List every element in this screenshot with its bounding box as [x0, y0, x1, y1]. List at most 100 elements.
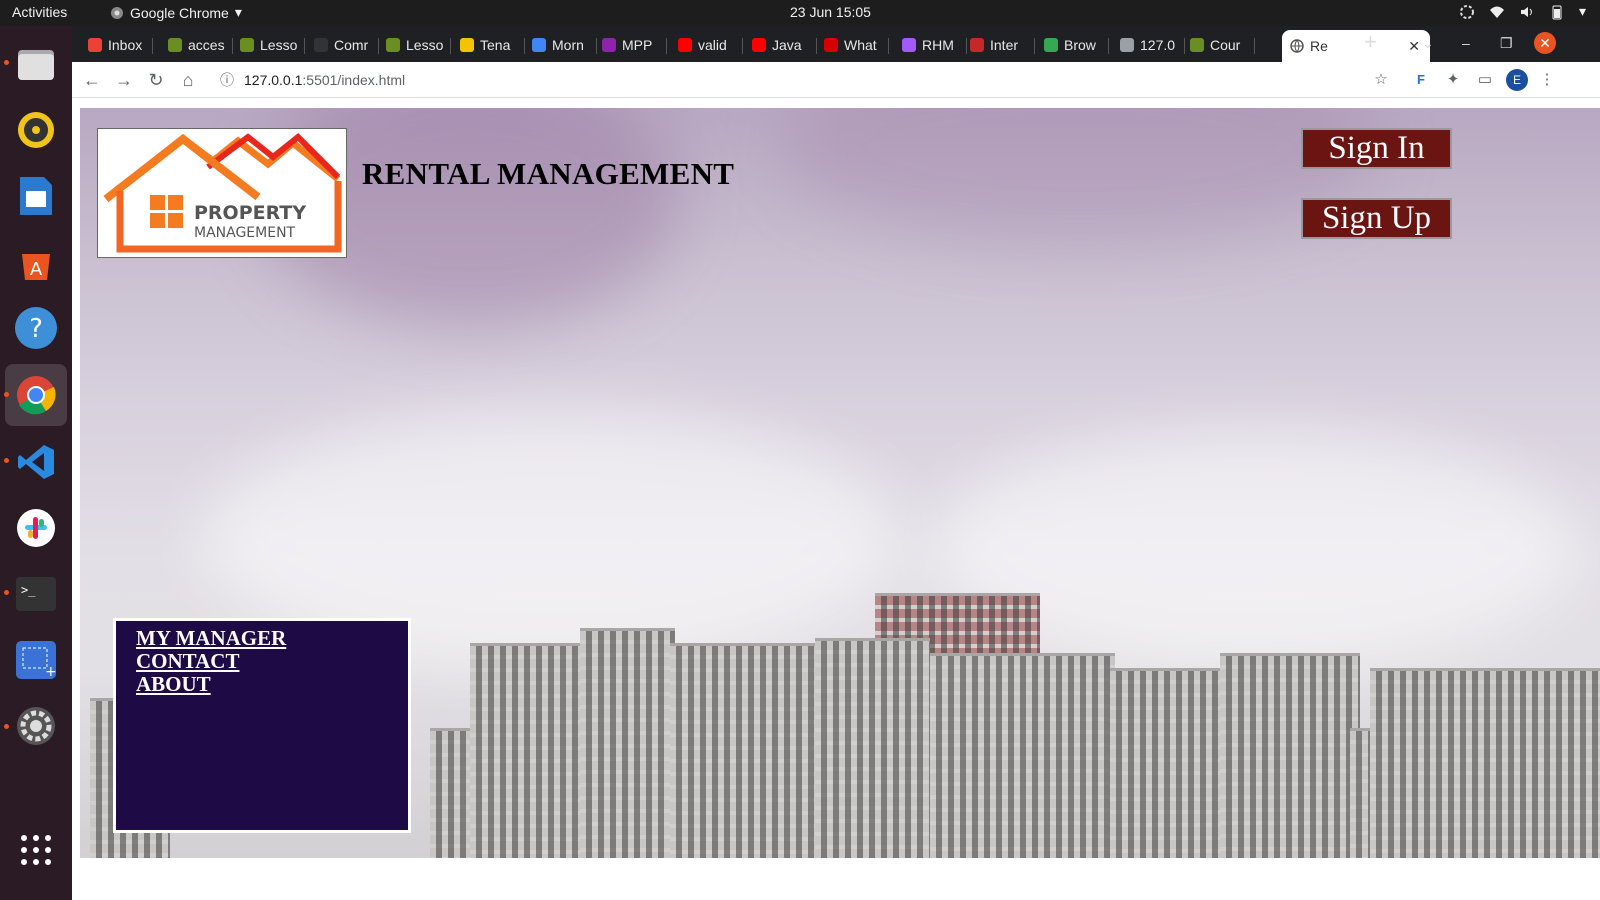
running-indicator [4, 724, 9, 729]
browser-tab[interactable]: 127.0 [1112, 32, 1180, 58]
tab-active[interactable]: Re ✕ [1282, 30, 1430, 62]
help-icon[interactable]: ? [12, 304, 60, 352]
browser-tab[interactable]: Brow [1036, 32, 1104, 58]
browser-tab[interactable]: Java [744, 32, 812, 58]
profile-avatar[interactable]: E [1506, 69, 1528, 91]
tab-title: Lesso [406, 37, 444, 53]
slack-tray-icon[interactable] [1459, 4, 1475, 20]
volume-icon[interactable] [1519, 4, 1535, 20]
address-bar[interactable]: ⓘ 127.0.0.1 :5501/index.html [212, 65, 1452, 95]
browser-tab[interactable]: What [816, 32, 884, 58]
tab-title: Java [772, 37, 802, 53]
sign-in-button[interactable]: Sign In [1301, 128, 1452, 169]
chrome-menu-kebab-icon[interactable]: ⋮ [1536, 69, 1558, 91]
tab-title: Comr [334, 37, 369, 53]
browser-tab[interactable]: Cour [1182, 32, 1250, 58]
minimize-window-icon[interactable]: – [1462, 35, 1470, 51]
settings-gear-icon[interactable] [12, 702, 60, 750]
building [430, 728, 475, 858]
logo-text-line2: MANAGEMENT [194, 225, 296, 241]
tab-title: Re [1310, 38, 1328, 54]
clock[interactable]: 23 Jun 15:05 [790, 4, 871, 20]
tab-favicon-icon [240, 38, 254, 52]
libreoffice-writer-icon[interactable] [12, 172, 60, 220]
home-icon[interactable]: ⌂ [176, 68, 200, 92]
wifi-icon[interactable] [1489, 4, 1505, 20]
back-arrow-icon[interactable]: ← [80, 68, 104, 92]
rhythmbox-icon[interactable] [12, 106, 60, 154]
cast-icon[interactable]: ▭ [1474, 69, 1496, 91]
svg-text:+: + [45, 664, 57, 680]
tab-title: MPP [622, 37, 653, 53]
browser-tab[interactable]: Inter [962, 32, 1030, 58]
system-tray[interactable]: ▾ [1459, 3, 1586, 20]
forward-arrow-icon[interactable]: → [112, 68, 136, 92]
close-window-icon[interactable]: ✕ [1534, 32, 1556, 54]
slack-icon[interactable] [12, 504, 60, 552]
extensions-puzzle-icon[interactable]: ✦ [1442, 69, 1464, 91]
tab-separator [152, 38, 153, 54]
screenshot-tool-icon[interactable]: + [12, 636, 60, 684]
running-indicator [4, 590, 9, 595]
building [1350, 728, 1370, 858]
building [670, 643, 815, 858]
show-applications-grid-icon[interactable] [12, 826, 60, 874]
building [1370, 668, 1600, 858]
activities-button[interactable]: Activities [12, 4, 67, 20]
tab-search-chevron-icon[interactable]: ⌄ [1422, 35, 1434, 52]
terminal-icon[interactable]: >_ [12, 570, 60, 618]
nav-link-contact[interactable]: CONTACT [136, 650, 408, 673]
building [815, 638, 930, 858]
tab-title: Lesso [260, 37, 298, 53]
property-management-logo[interactable]: PROPERTY MANAGEMENT [97, 128, 347, 258]
tab-title: RHM [922, 37, 954, 53]
browser-tab[interactable]: acces [160, 32, 228, 58]
tab-favicon-icon [752, 38, 766, 52]
app-menu[interactable]: Google Chrome ▾ [110, 4, 242, 21]
logo-text-line1: PROPERTY [194, 202, 306, 224]
running-indicator [4, 458, 9, 463]
chrome-app-icon [111, 6, 123, 19]
nav-menu-box: MY MANAGER CONTACT ABOUT [113, 618, 411, 833]
tab-title: Cour [1210, 37, 1241, 53]
browser-tab[interactable]: valid [670, 32, 738, 58]
nav-link-about[interactable]: ABOUT [136, 673, 408, 696]
tab-title: acces [188, 37, 225, 53]
tab-favicon-icon [1120, 38, 1134, 52]
site-info-icon[interactable]: ⓘ [220, 70, 234, 90]
browser-tab[interactable]: Comr [306, 32, 374, 58]
browser-tab[interactable]: Lesso [232, 32, 300, 58]
reload-icon[interactable]: ↻ [144, 68, 168, 92]
browser-tab[interactable]: RHM [894, 32, 962, 58]
extension-fi-icon[interactable]: F [1410, 69, 1432, 91]
close-tab-icon[interactable]: ✕ [1408, 38, 1420, 55]
power-menu-chevron-icon[interactable]: ▾ [1579, 3, 1586, 20]
sign-up-button[interactable]: Sign Up [1301, 198, 1452, 239]
tab-favicon-icon [314, 38, 328, 52]
browser-tab[interactable]: Morn [524, 32, 592, 58]
tab-favicon-icon [532, 38, 546, 52]
browser-tab[interactable]: Inbox [80, 32, 148, 58]
chrome-icon[interactable] [12, 371, 60, 419]
browser-tab[interactable]: MPP [594, 32, 662, 58]
tab-title: Brow [1064, 37, 1096, 53]
browser-tab[interactable]: Lesso [378, 32, 446, 58]
battery-icon[interactable] [1549, 4, 1565, 20]
restore-window-icon[interactable]: ❐ [1500, 35, 1513, 52]
new-tab-button[interactable]: + [1364, 29, 1377, 55]
tab-separator [1108, 38, 1109, 54]
nav-link-my-manager[interactable]: MY MANAGER [136, 627, 408, 650]
dock: A ? >_ + [0, 26, 72, 900]
cloud [780, 108, 1380, 248]
building [1110, 668, 1225, 858]
bookmark-star-icon[interactable]: ☆ [1370, 69, 1392, 91]
tab-separator [1034, 38, 1035, 54]
tab-separator [1254, 38, 1255, 54]
tab-title: Tena [480, 37, 511, 53]
browser-tab[interactable]: Tena [452, 32, 520, 58]
app-store-icon[interactable]: A [12, 238, 60, 286]
vscode-icon[interactable] [12, 438, 60, 486]
files-icon[interactable] [12, 40, 60, 88]
tab-favicon-icon [1190, 38, 1204, 52]
running-indicator [4, 392, 9, 397]
